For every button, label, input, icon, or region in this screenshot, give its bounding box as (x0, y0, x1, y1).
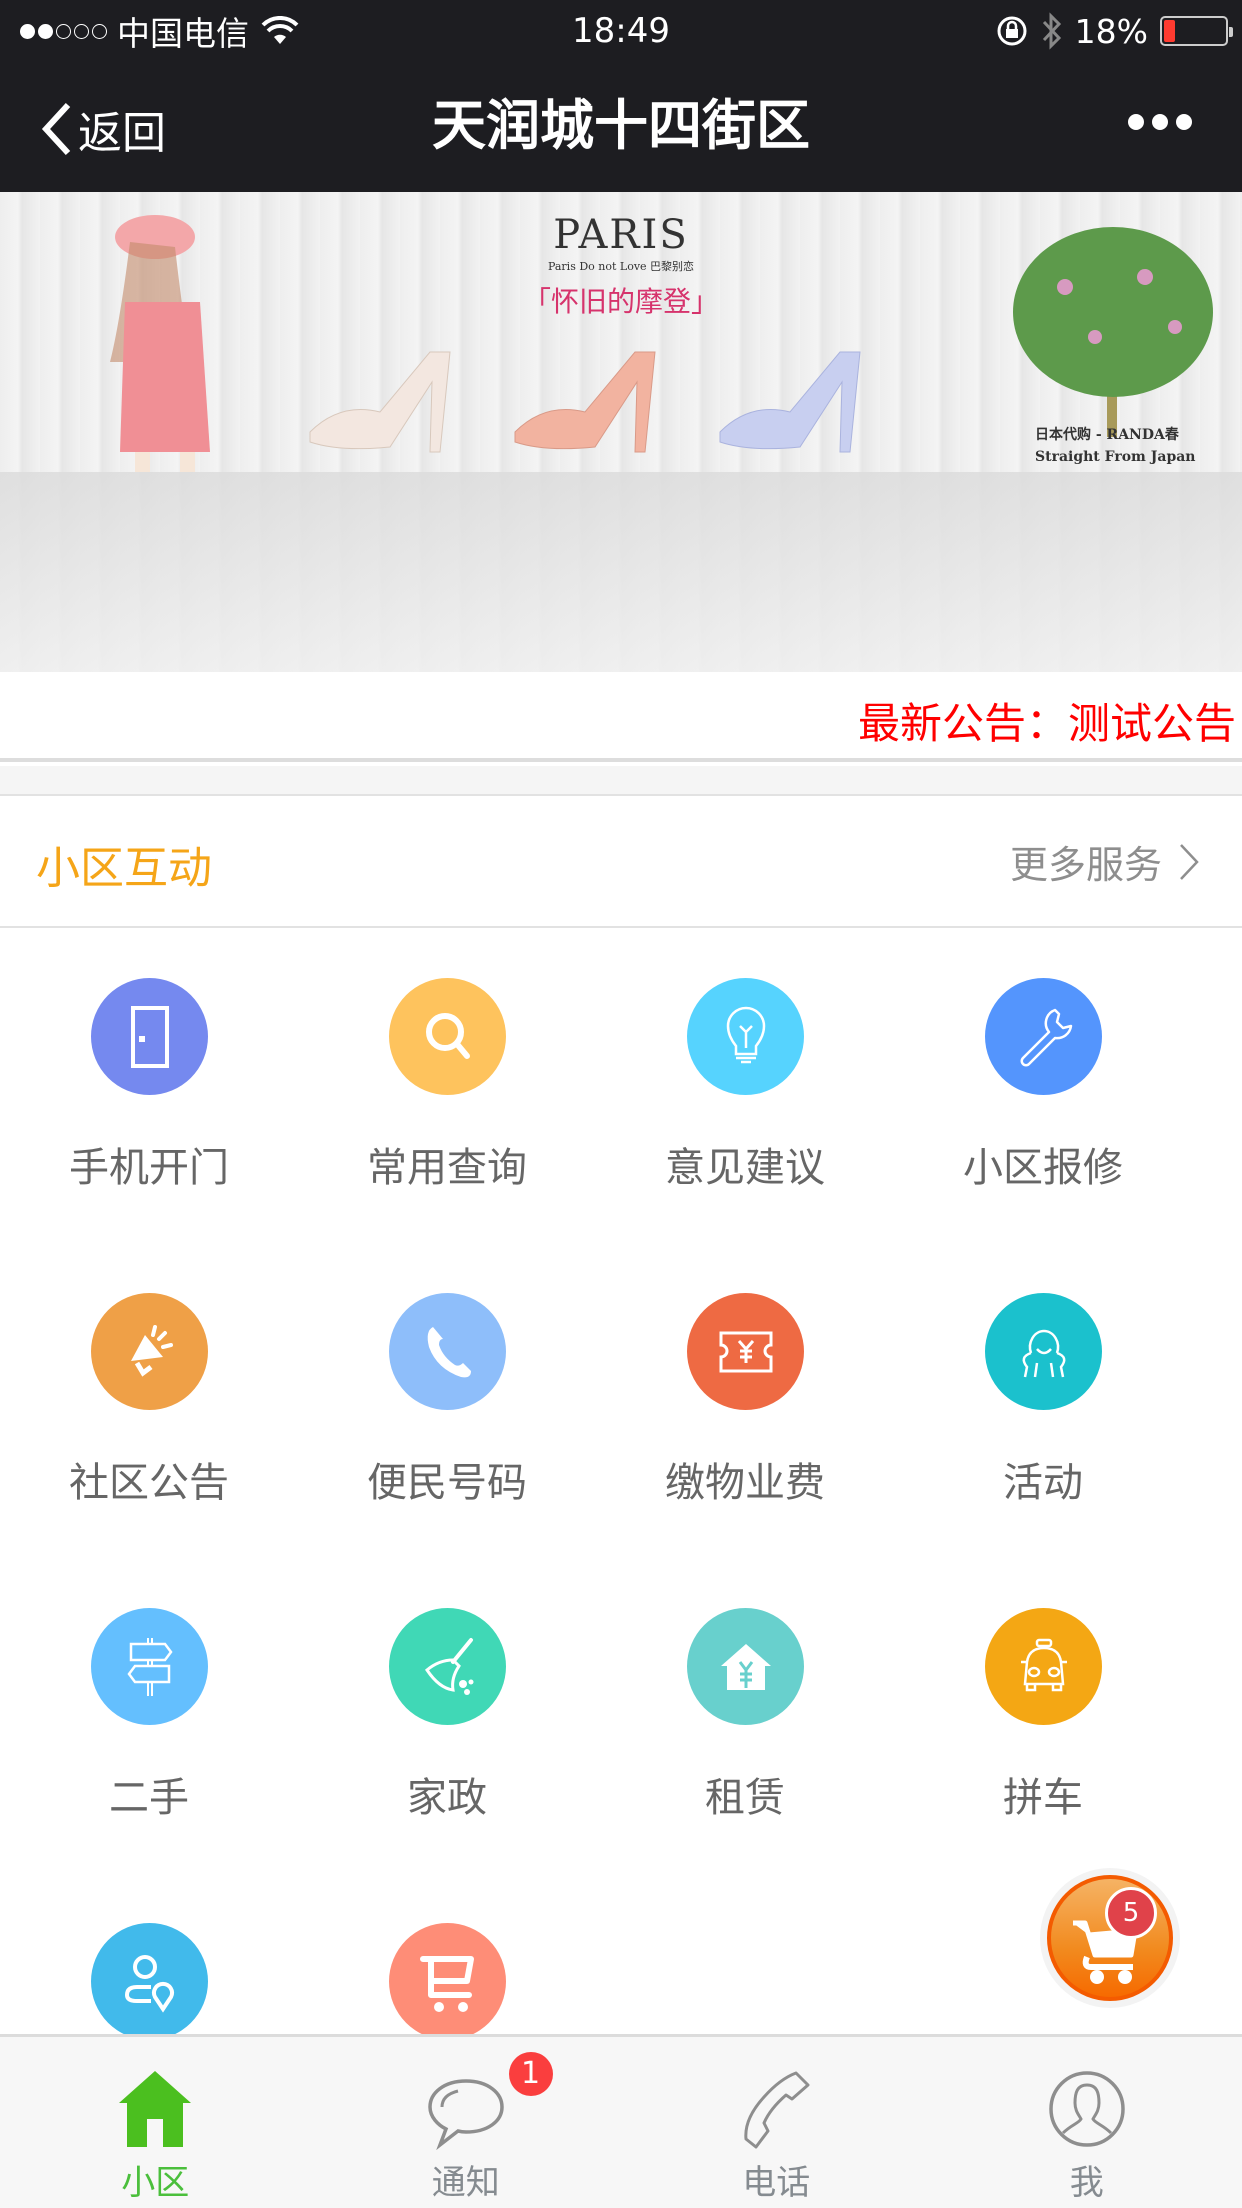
shoe-image (514, 351, 656, 453)
service-item-hotline[interactable]: 便民号码 (298, 1245, 596, 1545)
shoe-image (309, 351, 451, 453)
door-icon (91, 978, 208, 1095)
service-item-rental[interactable]: 租赁 (596, 1560, 894, 1860)
more-services-link[interactable]: 更多服务 (1010, 834, 1200, 889)
tab-community[interactable]: 小区 (0, 2037, 311, 2208)
home-icon (119, 2071, 192, 2147)
user-profile-icon (1049, 2071, 1125, 2147)
tab-bar: 小区 1 通知 电话 我 (0, 2034, 1242, 2208)
floating-cart-button[interactable]: 5 (1040, 1868, 1180, 2008)
search-icon (389, 978, 506, 1095)
section-header: 小区互动 更多服务 (0, 798, 1242, 928)
service-item-suggestion[interactable]: 意见建议 (596, 930, 894, 1230)
more-services-label: 更多服务 (1009, 843, 1162, 887)
taxi-icon (985, 1608, 1102, 1725)
chevron-right-icon (1180, 843, 1199, 880)
tab-notifications[interactable]: 1 通知 (311, 2037, 622, 2208)
cart-icon (389, 1923, 506, 2035)
service-item-carpool[interactable]: 拼车 (894, 1560, 1192, 1860)
cart-count-badge: 5 (1105, 1887, 1157, 1939)
tab-phone[interactable]: 电话 (621, 2037, 932, 2208)
wrench-icon (985, 978, 1102, 1095)
activity-person-icon (985, 1293, 1102, 1410)
person-location-icon (91, 1923, 208, 2035)
bluetooth-icon (1042, 12, 1061, 50)
notice-text: 最新公告：测试公告 (858, 699, 1237, 748)
signpost-icon (91, 1608, 208, 1725)
service-item-locate[interactable] (0, 1875, 298, 2035)
yuan-ticket-icon (687, 1293, 804, 1410)
megaphone-icon (91, 1293, 208, 1410)
service-grid: 手机开门 常用查询 意见建议 小区报修 社区公告 便民号码 缴物业费 活动 二手… (0, 930, 1242, 2035)
banner-caption: 日本代购 - RANDA春 Straight From Japan (1035, 427, 1196, 465)
more-dots-icon[interactable] (1128, 114, 1192, 130)
banner-reflection (0, 472, 1242, 672)
service-item-activity[interactable]: 活动 (894, 1245, 1192, 1545)
tab-me[interactable]: 我 (932, 2037, 1242, 2208)
house-yuan-icon (687, 1608, 804, 1725)
battery-icon (1160, 16, 1233, 46)
service-item-repair[interactable]: 小区报修 (894, 930, 1192, 1230)
page-title: 天润城十四街区 (432, 94, 810, 157)
chat-bubble-icon (427, 2079, 504, 2151)
battery-percent: 18% (1074, 11, 1148, 51)
broom-icon (389, 1608, 506, 1725)
status-bar: 中国电信 18:49 18% (0, 0, 1242, 62)
service-item-secondhand[interactable]: 二手 (0, 1560, 298, 1860)
section-title: 小区互动 (36, 843, 212, 894)
phone-icon (389, 1293, 506, 1410)
service-item-shop[interactable] (298, 1875, 596, 2035)
lightbulb-icon (687, 978, 804, 1095)
shoe-image (719, 351, 861, 453)
notice-marquee[interactable]: 最新公告：测试公告 (0, 672, 1242, 762)
phone-handset-icon (744, 2071, 810, 2149)
rotation-lock-icon (997, 16, 1027, 46)
section-divider (0, 766, 1242, 796)
notification-badge: 1 (508, 2052, 553, 2096)
service-item-announcement[interactable]: 社区公告 (0, 1245, 298, 1545)
service-item-query[interactable]: 常用查询 (298, 930, 596, 1230)
nav-bar: 返回 天润城十四街区 (0, 62, 1242, 192)
service-item-door[interactable]: 手机开门 (0, 930, 298, 1230)
service-item-property-fee[interactable]: 缴物业费 (596, 1245, 894, 1545)
promo-banner[interactable]: PARIS Paris Do not Love 巴黎别恋 「怀旧的摩登」 日本代… (0, 192, 1242, 672)
service-item-housekeeping[interactable]: 家政 (298, 1560, 596, 1860)
